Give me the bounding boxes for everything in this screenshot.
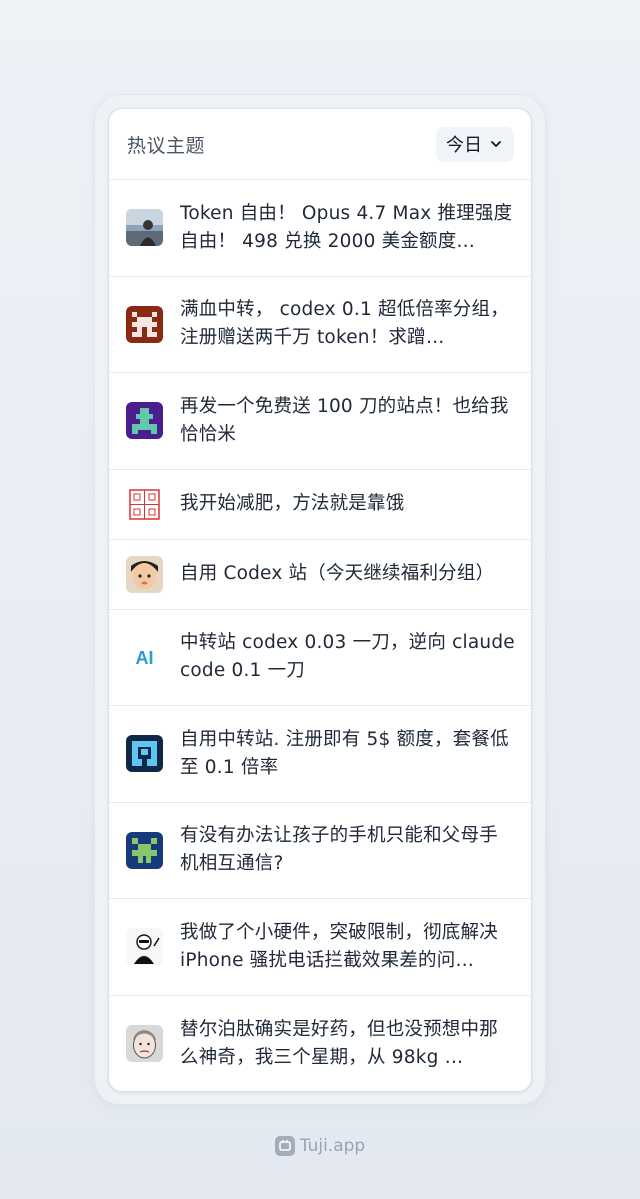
topic-item[interactable]: 替尔泊肽确实是好药，但也没预想中那么神奇，我三个星期，从 98kg … (109, 996, 531, 1092)
topic-title: 我开始减肥，方法就是靠饿 (180, 493, 405, 514)
tuji-logo-icon (274, 1136, 295, 1156)
chevron-down-icon (491, 141, 501, 147)
topic-item[interactable]: AI 中转站 codex 0.03 一刀，逆向 claude code 0.1 … (109, 610, 531, 706)
period-label: 今日 (446, 135, 482, 156)
topic-item[interactable]: 有没有办法让孩子的手机只能和父母手机相互通信? (109, 803, 531, 899)
topic-item[interactable]: 自用 Codex 站（今天继续福利分组） (109, 540, 531, 610)
topic-item[interactable]: 我做了个小硬件，突破限制，彻底解决 iPhone 骚扰电话拦截效果差的问… (109, 899, 531, 996)
topic-item[interactable]: 再发一个免费送 100 刀的站点！也给我恰恰米 (109, 373, 531, 470)
topic-title: 再发一个免费送 100 刀的站点！也给我恰恰米 (180, 395, 509, 445)
topic-title: 我做了个小硬件，突破限制，彻底解决 iPhone 骚扰电话拦截效果差的问… (180, 921, 498, 971)
topic-item[interactable]: 满血中转， codex 0.1 超低倍率分组，注册赠送两千万 token！求蹭… (109, 277, 531, 373)
topic-title: 中转站 codex 0.03 一刀，逆向 claude code 0.1 一刀 (180, 632, 515, 682)
topic-title: 有没有办法让孩子的手机只能和父母手机相互通信? (180, 825, 498, 875)
topic-item[interactable]: 我开始减肥，方法就是靠饿 (109, 470, 531, 540)
hot-topics-card: 热议主题 今日 Token 自由！ Opus 4.7 Max 推理强度自由！ 4… (108, 108, 532, 1092)
topic-item[interactable]: Token 自由！ Opus 4.7 Max 推理强度自由！ 498 兑换 20… (109, 180, 531, 277)
topic-title: 满血中转， codex 0.1 超低倍率分组，注册赠送两千万 token！求蹭… (180, 299, 509, 349)
card-title: 热议主题 (127, 134, 206, 157)
pixel-avatar-green (126, 831, 163, 869)
period-dropdown[interactable]: 今日 (436, 126, 514, 162)
ai-logo-avatar: AI (126, 638, 163, 676)
topic-title: 自用中转站. 注册即有 5$ 额度，套餐低至 0.1 倍率 (180, 728, 509, 778)
pixel-avatar-blue (126, 735, 163, 773)
face-sketch-avatar (126, 1025, 163, 1063)
topic-title: 自用 Codex 站（今天继续福利分组） (180, 563, 495, 584)
footer-brand: Tuji.app (0, 1136, 640, 1156)
topic-title: Token 自由！ Opus 4.7 Max 推理强度自由！ 498 兑换 20… (180, 202, 513, 252)
photo-avatar (126, 209, 163, 247)
seal-stamp-avatar (126, 485, 163, 523)
topic-title: 替尔泊肽确实是好药，但也没预想中那么神奇，我三个星期，从 98kg … (180, 1018, 498, 1068)
pixel-avatar-red (126, 305, 163, 343)
svg-text:AI: AI (136, 648, 154, 668)
card-header: 热议主题 今日 (109, 109, 531, 180)
child-photo-avatar (126, 555, 163, 593)
footer-brand-text: Tuji.app (299, 1136, 366, 1156)
topic-item[interactable]: 自用中转站. 注册即有 5$ 额度，套餐低至 0.1 倍率 (109, 706, 531, 803)
cartoon-avatar (126, 928, 163, 966)
pixel-avatar-purple (126, 402, 163, 440)
